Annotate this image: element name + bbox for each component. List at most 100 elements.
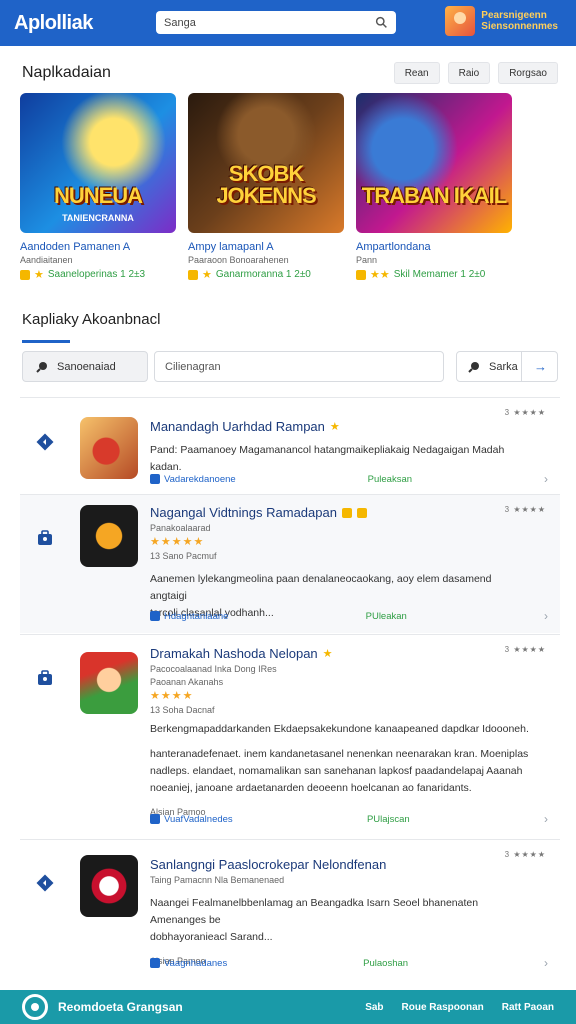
- go-button[interactable]: Sarka →: [456, 351, 558, 382]
- chevron-right-icon[interactable]: ›: [544, 956, 548, 970]
- search-input[interactable]: Sanga: [164, 17, 375, 29]
- item-developer: Panakoalaarad: [150, 523, 211, 533]
- item-description-line: dobhayoranieacl Sarand...: [150, 931, 273, 943]
- bag-icon[interactable]: [34, 667, 56, 689]
- badge-icon: [356, 507, 367, 518]
- active-tab-indicator: [22, 340, 70, 343]
- bottom-bar: Reomdoeta Grangsan Sab Roue Raspoonan Ra…: [0, 990, 576, 1024]
- game-artwork[interactable]: SKOBK JOKENNS: [188, 93, 344, 233]
- featured-card[interactable]: SKOBK JOKENNS Ampy lamapanl A Paaraoon B…: [188, 93, 344, 281]
- card-title[interactable]: Ampartlondana: [356, 241, 512, 253]
- list-item[interactable]: 3 ★★★★ Dramakah Nashoda Nelopan ★ Pacocoa…: [20, 635, 560, 839]
- game-artwork[interactable]: NUNEUA TANIENCRANNA: [20, 93, 176, 233]
- footer-link-3[interactable]: Ratt Paoan: [502, 1002, 554, 1013]
- top-bar: Aplolliak Sanga Pearsnigeenn Siensonnenm…: [0, 0, 576, 46]
- card-meta-text: Saaneloperinas 1 2±3: [47, 269, 146, 280]
- star-icon: ★★: [370, 269, 390, 281]
- list-item[interactable]: 3 ★★★★ Manandagh Uarhdad Rampan ★ Pand: P…: [20, 398, 560, 494]
- user-menu[interactable]: Pearsnigeenn Siensonnenmes: [445, 6, 558, 36]
- verified-icon: [150, 474, 160, 484]
- item-footer-link[interactable]: Hdagntanlaane: [164, 611, 228, 622]
- star-icon: ★: [34, 269, 44, 281]
- list-item[interactable]: 3 ★★★★ Nagangal Vidtnings Ramadapan Pana…: [20, 495, 560, 633]
- artwork-title: TRABAN IKAIL: [361, 183, 507, 208]
- filter-button-3[interactable]: Rorgsao: [498, 62, 558, 84]
- item-rating: 3 ★★★★: [504, 408, 546, 417]
- chevron-right-icon[interactable]: ›: [544, 812, 548, 826]
- verified-icon: [150, 611, 160, 621]
- item-footer-link[interactable]: VuafVadalnedes: [164, 814, 233, 825]
- featured-card[interactable]: NUNEUA TANIENCRANNA Aandoden Pamanen A A…: [20, 93, 176, 281]
- verified-icon: [150, 814, 160, 824]
- sort-button[interactable]: Sanoenaiad: [22, 351, 148, 382]
- item-stars: ★★★★: [150, 690, 194, 702]
- item-developer: Pacocoalaanad Inka Dong IRes: [150, 664, 277, 674]
- diamond-icon[interactable]: [34, 872, 56, 894]
- item-title[interactable]: Dramakah Nashoda Nelopan: [150, 646, 318, 661]
- item-description-line: Pand: Paamanoey Magamanancol hatangmaike…: [150, 444, 505, 456]
- diamond-icon[interactable]: [34, 431, 56, 453]
- bag-icon[interactable]: [34, 527, 56, 549]
- go-label: Sarka: [489, 360, 518, 373]
- artwork-title: NUNEUA: [53, 183, 143, 208]
- card-developer: Aandiaitanen: [20, 255, 73, 265]
- list-item[interactable]: 3 ★★★★ Sanlangngi Paaslocrokepar Nelondf…: [20, 840, 560, 980]
- item-footer-link[interactable]: Vadarekdanoene: [164, 474, 236, 485]
- filter-input[interactable]: Cilienagran: [154, 351, 444, 382]
- artwork-title: SKOBK JOKENNS: [216, 161, 316, 208]
- badge-icon: [188, 269, 198, 280]
- app-icon[interactable]: [80, 417, 138, 479]
- list-section-title: Kapliaky Akoanbnacl: [22, 311, 161, 328]
- card-meta: ★★ Skil Memamer 1 2±0: [356, 268, 512, 281]
- footer-link-1[interactable]: Sab: [365, 1002, 383, 1013]
- card-meta-text: Ganarmoranna 1 2±0: [215, 269, 311, 280]
- item-description-line: Aanemen lylekangmeolina paan denalaneoca…: [150, 573, 492, 602]
- filter-button-2[interactable]: Raio: [447, 62, 491, 84]
- item-footer-status[interactable]: PUleakan: [366, 611, 407, 622]
- app-icon[interactable]: [80, 652, 138, 714]
- app-logo[interactable]: Aplolliak: [14, 13, 124, 33]
- star-icon: ★: [322, 648, 333, 660]
- card-title[interactable]: Ampy lamapanl A: [188, 241, 344, 253]
- item-title[interactable]: Sanlangngi Paaslocrokepar Nelondfenan: [150, 857, 386, 872]
- search-icon[interactable]: [375, 16, 388, 29]
- item-title[interactable]: Manandagh Uarhdad Rampan: [150, 419, 325, 434]
- card-developer: Pann: [356, 255, 378, 265]
- item-footer-status[interactable]: Puleaksan: [368, 474, 412, 485]
- star-icon: ★: [329, 421, 340, 433]
- badge-icon: [20, 269, 30, 280]
- badge-icon: [356, 269, 366, 280]
- artwork-subtitle: TANIENCRANNA: [62, 213, 134, 223]
- featured-section-title: Naplkadaian: [22, 64, 111, 81]
- user-subtitle: Siensonnenmes: [481, 21, 558, 32]
- badge-icon: [341, 507, 352, 518]
- item-footer-status[interactable]: Pulaoshan: [363, 958, 408, 969]
- featured-card[interactable]: TRABAN IKAIL Ampartlondana Pann ★★ Skil …: [356, 93, 512, 281]
- arrow-right-icon[interactable]: →: [521, 351, 547, 382]
- app-icon[interactable]: [80, 855, 138, 917]
- filter-button-1[interactable]: Rean: [393, 62, 440, 84]
- footer-link-2[interactable]: Roue Raspoonan: [402, 1002, 484, 1013]
- verified-icon: [150, 958, 160, 968]
- item-description-line: hanteranadefenaet. inem kandanetasanel n…: [150, 748, 529, 760]
- item-meta: 13 Soha Dacnaf: [150, 705, 215, 715]
- sort-label: Sanoenaiad: [57, 360, 116, 373]
- item-title[interactable]: Nagangal Vidtnings Ramadapan: [150, 505, 337, 520]
- item-description-line: Berkengmapaddarkanden Ekdaepsakekundone …: [150, 723, 529, 735]
- chevron-right-icon[interactable]: ›: [544, 472, 548, 486]
- game-artwork[interactable]: TRABAN IKAIL: [356, 93, 512, 233]
- card-meta-text: Skil Memamer 1 2±0: [393, 269, 486, 280]
- item-footer-link[interactable]: Vaagnhadanes: [164, 958, 227, 969]
- app-icon[interactable]: [80, 505, 138, 567]
- search-bar[interactable]: Sanga: [156, 11, 396, 34]
- logo-text: Aplolliak: [14, 12, 93, 34]
- chevron-right-icon[interactable]: ›: [544, 609, 548, 623]
- item-stars: ★★★★★: [150, 536, 205, 548]
- pin-icon: [36, 361, 47, 373]
- avatar[interactable]: [445, 6, 476, 36]
- item-meta: 13 Sano Pacmuf: [150, 551, 217, 561]
- card-title[interactable]: Aandoden Pamanen A: [20, 241, 176, 253]
- item-footer-status[interactable]: PUlajscan: [367, 814, 410, 825]
- brand-logo-icon[interactable]: [22, 994, 48, 1020]
- item-description-line: noeaniej, janoane ardaetanarden deoeenn …: [150, 782, 472, 794]
